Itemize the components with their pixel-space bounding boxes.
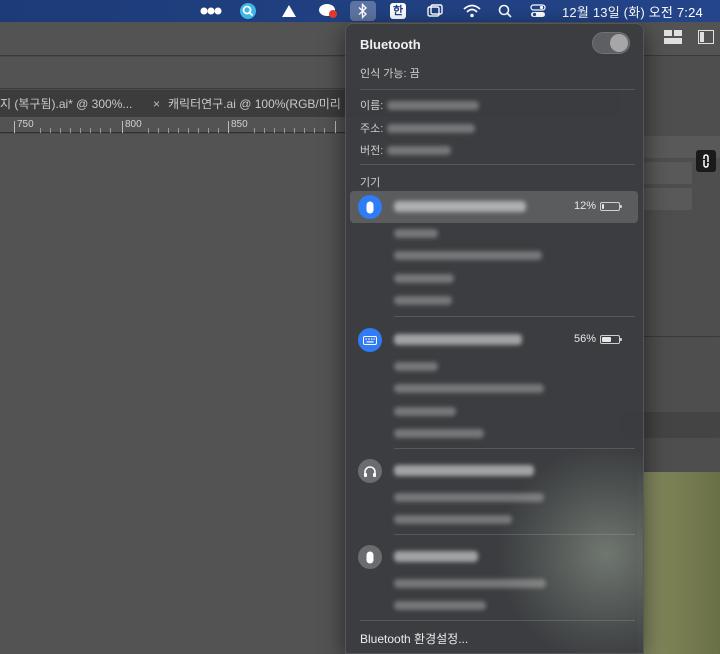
document-tab[interactable]: 지 (복구됨).ai* @ 300%... bbox=[0, 90, 132, 117]
separator bbox=[360, 620, 635, 621]
info-version-row: 버전: bbox=[360, 142, 452, 158]
battery-percent: 56% bbox=[573, 333, 596, 345]
headphones-icon bbox=[358, 459, 382, 483]
ruler-label: 850 bbox=[231, 119, 248, 130]
tab-label: 지 (복구됨).ai* @ 300%... bbox=[0, 97, 133, 111]
bluetooth-toggle[interactable] bbox=[592, 32, 630, 54]
separator bbox=[394, 448, 635, 449]
input-source-label: 한 bbox=[390, 3, 406, 19]
battery-icon bbox=[600, 334, 622, 344]
device-detail bbox=[394, 493, 544, 502]
separator bbox=[360, 164, 635, 165]
device-detail bbox=[394, 601, 486, 610]
device-detail bbox=[394, 407, 456, 416]
separator bbox=[394, 316, 635, 317]
device-detail bbox=[394, 362, 438, 371]
redacted-value bbox=[387, 123, 476, 133]
battery-percent: 12% bbox=[573, 200, 596, 212]
window-icon[interactable] bbox=[424, 0, 446, 22]
link-icon[interactable] bbox=[696, 150, 716, 172]
more-icon[interactable] bbox=[198, 0, 224, 22]
device-item[interactable] bbox=[350, 455, 638, 524]
info-label: 주소: bbox=[360, 123, 384, 135]
info-label: 이름: bbox=[360, 100, 384, 112]
artwork-preview bbox=[636, 472, 720, 654]
device-name bbox=[394, 551, 478, 562]
menubar-clock[interactable]: 12월 13일 (화) 오전 7:24 bbox=[562, 0, 712, 22]
tab-label: 캐릭터연구.ai @ 100%(RGB/미리 bbox=[168, 97, 341, 111]
ruler-label: 750 bbox=[17, 119, 34, 130]
device-item[interactable]: 56% bbox=[350, 324, 638, 438]
separator bbox=[394, 534, 635, 535]
battery-status: 56% bbox=[573, 333, 622, 345]
bluetooth-icon[interactable] bbox=[350, 1, 376, 21]
redacted-value bbox=[387, 145, 452, 155]
workspace-icon[interactable] bbox=[664, 30, 682, 47]
devices-header: 기기 bbox=[360, 177, 381, 189]
device-name bbox=[394, 334, 522, 345]
battery-status: 12% bbox=[573, 200, 622, 212]
keyboard-icon bbox=[358, 328, 382, 352]
mouse-icon bbox=[358, 195, 382, 219]
panel-icon[interactable] bbox=[698, 30, 714, 47]
device-name bbox=[394, 201, 526, 212]
device-item[interactable]: 12% bbox=[350, 191, 638, 305]
ruler-label: 800 bbox=[125, 119, 142, 130]
device-detail bbox=[394, 251, 542, 260]
device-name bbox=[394, 465, 534, 476]
bluetooth-menu: Bluetooth 인식 가능: 끔 이름: 주소: 버전: 기기 12% 56… bbox=[345, 23, 644, 654]
bluetooth-preferences-link[interactable]: Bluetooth 환경설정... bbox=[360, 630, 468, 647]
info-name-row: 이름: bbox=[360, 97, 480, 113]
device-item[interactable] bbox=[350, 541, 638, 610]
device-detail bbox=[394, 229, 438, 238]
drive-icon[interactable] bbox=[278, 0, 300, 22]
wifi-icon[interactable] bbox=[460, 0, 484, 22]
mouse-icon bbox=[358, 545, 382, 569]
document-tab[interactable]: × 캐릭터연구.ai @ 100%(RGB/미리 bbox=[153, 90, 341, 117]
device-detail bbox=[394, 384, 544, 393]
menu-bar: 한 12월 13일 (화) 오전 7:24 bbox=[0, 0, 720, 22]
close-icon[interactable]: × bbox=[153, 97, 160, 111]
device-detail bbox=[394, 579, 546, 588]
info-address-row: 주소: bbox=[360, 120, 476, 136]
redacted-value bbox=[387, 100, 480, 110]
bluetooth-title: Bluetooth bbox=[360, 37, 421, 52]
input-source-icon[interactable]: 한 bbox=[388, 0, 408, 22]
device-detail bbox=[394, 274, 454, 283]
info-label: 버전: bbox=[360, 145, 384, 157]
separator bbox=[360, 89, 635, 90]
battery-icon bbox=[600, 201, 622, 211]
spotlight-icon[interactable] bbox=[494, 0, 516, 22]
messages-icon[interactable] bbox=[316, 0, 340, 22]
search-app-icon[interactable] bbox=[236, 0, 260, 22]
device-detail bbox=[394, 515, 512, 524]
device-detail bbox=[394, 429, 484, 438]
device-detail bbox=[394, 296, 452, 305]
control-center-icon[interactable] bbox=[526, 0, 550, 22]
discoverable-status: 인식 가능: 끔 bbox=[360, 68, 420, 80]
